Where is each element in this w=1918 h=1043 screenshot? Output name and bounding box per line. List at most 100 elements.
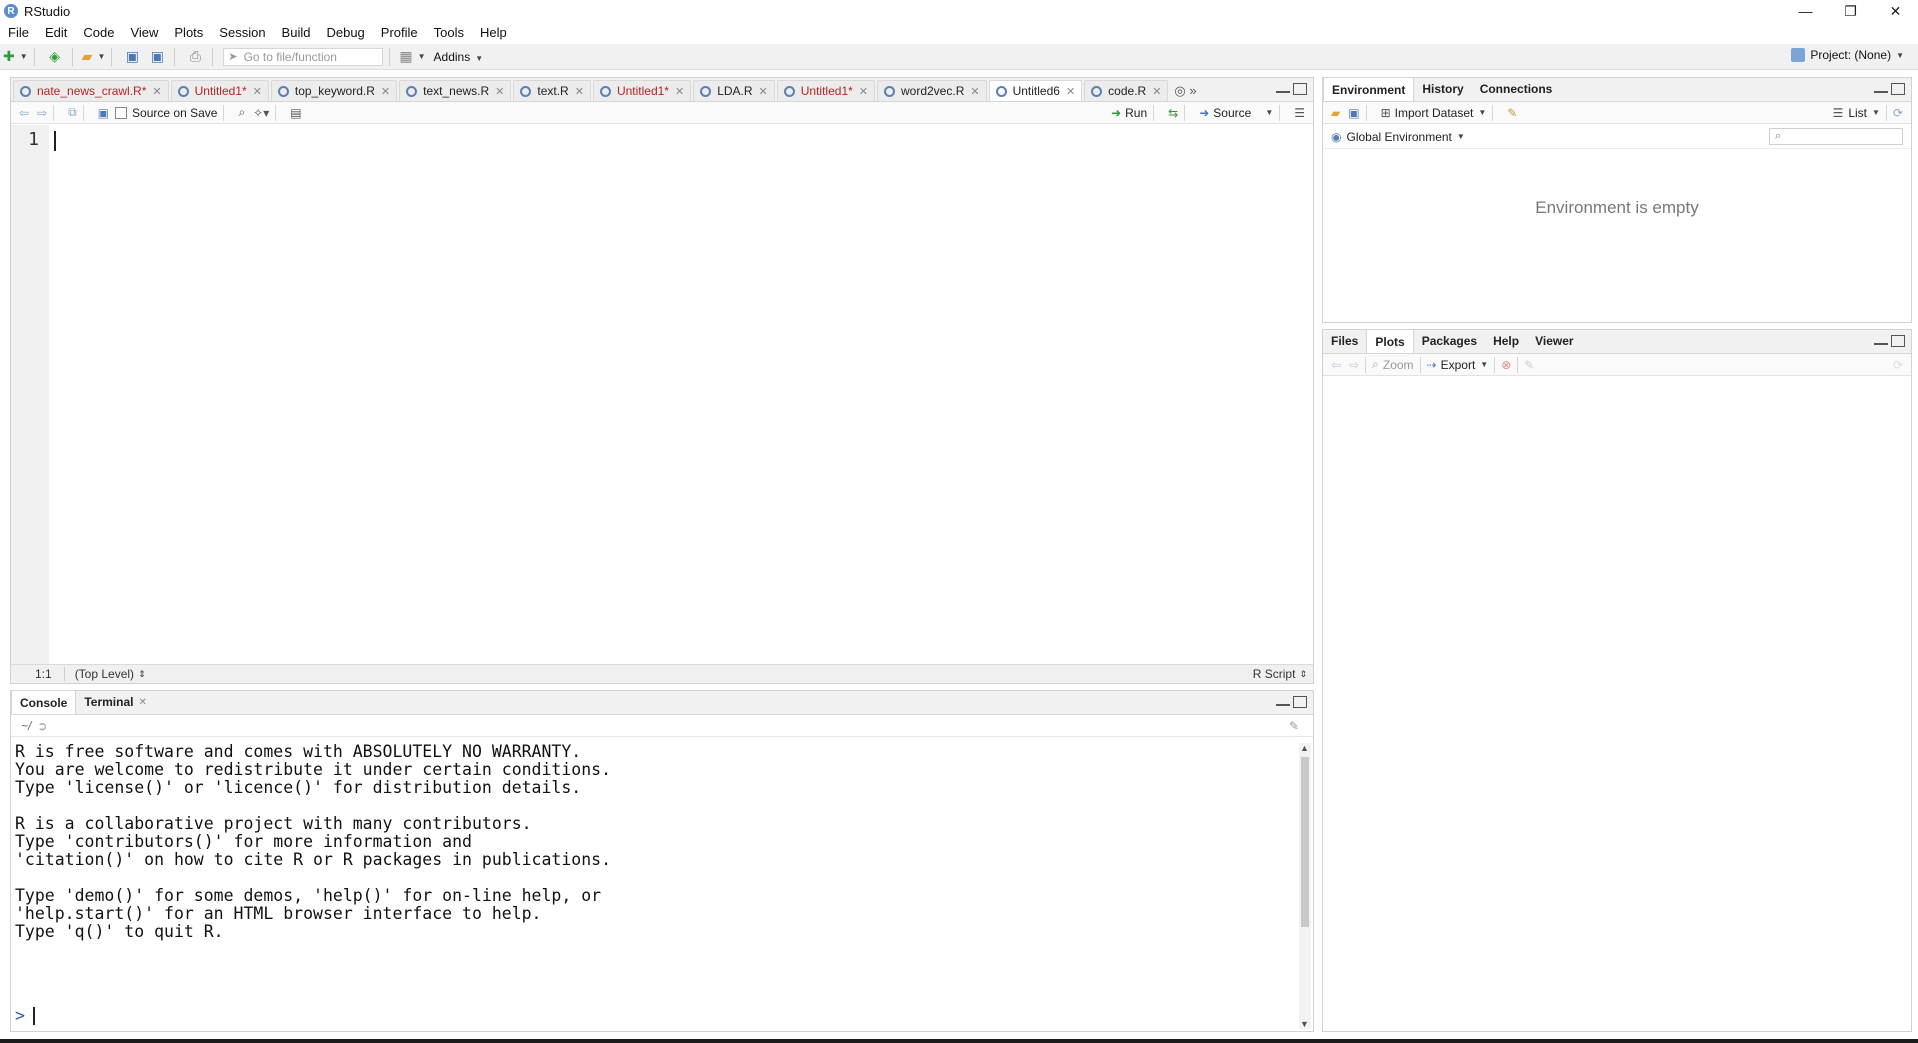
close-tab-icon[interactable]: ✕: [1152, 85, 1161, 98]
close-tab-icon[interactable]: ✕: [138, 697, 146, 708]
file-type-selector[interactable]: R Script: [1253, 667, 1296, 681]
minimize-pane-icon[interactable]: [1276, 696, 1290, 706]
close-tab-icon[interactable]: ✕: [495, 85, 504, 98]
close-tab-icon[interactable]: ✕: [575, 85, 584, 98]
close-tab-icon[interactable]: ✕: [970, 85, 979, 98]
menu-debug[interactable]: Debug: [318, 22, 372, 44]
close-tab-icon[interactable]: ✕: [381, 85, 390, 98]
remove-plot-icon[interactable]: ⊗: [1501, 358, 1511, 372]
source-button[interactable]: Source: [1213, 106, 1251, 120]
minimize-button[interactable]: —: [1783, 0, 1828, 22]
close-tab-icon[interactable]: ✕: [859, 85, 868, 98]
chevron-down-icon[interactable]: ▼: [1457, 132, 1465, 141]
editor-tab[interactable]: top_keyword.R ✕: [270, 80, 398, 101]
tab-connections[interactable]: Connections: [1472, 77, 1561, 101]
print-icon[interactable]: ⎙: [184, 46, 206, 68]
export-button[interactable]: Export: [1441, 358, 1476, 372]
document-outline-icon[interactable]: ▤: [290, 106, 301, 120]
maximize-pane-icon[interactable]: [1891, 83, 1905, 95]
save-workspace-icon[interactable]: ▣: [1348, 106, 1359, 120]
new-project-icon[interactable]: ◈: [44, 46, 66, 68]
menu-code[interactable]: Code: [75, 22, 122, 44]
tab-files[interactable]: Files: [1323, 329, 1366, 353]
close-tab-icon[interactable]: ✕: [152, 85, 161, 98]
clear-console-icon[interactable]: ✎: [1289, 719, 1299, 733]
show-in-window-icon[interactable]: ⧉: [68, 105, 77, 120]
outline-list-icon[interactable]: ☰: [1294, 106, 1305, 120]
console-prompt[interactable]: >: [15, 1006, 35, 1025]
next-plot-icon[interactable]: ⇨: [1349, 358, 1359, 372]
menu-profile[interactable]: Profile: [373, 22, 426, 44]
more-tabs-icon[interactable]: ◎ »: [1174, 80, 1196, 101]
menu-session[interactable]: Session: [211, 22, 273, 44]
save-all-icon[interactable]: ▣: [146, 46, 168, 68]
tab-history[interactable]: History: [1414, 77, 1471, 101]
menu-view[interactable]: View: [122, 22, 166, 44]
menu-plots[interactable]: Plots: [166, 22, 211, 44]
editor-tab[interactable]: text_news.R ✕: [399, 80, 512, 101]
go-to-file-input[interactable]: ➤ Go to file/function: [223, 47, 384, 66]
maximize-pane-icon[interactable]: [1891, 335, 1905, 347]
project-menu[interactable]: Project: (None) ▼: [1791, 48, 1904, 62]
chevron-down-icon[interactable]: ▼: [1265, 108, 1273, 117]
tab-packages[interactable]: Packages: [1414, 329, 1485, 353]
close-tab-icon[interactable]: ✕: [253, 85, 262, 98]
menu-help[interactable]: Help: [472, 22, 515, 44]
maximize-pane-icon[interactable]: [1293, 696, 1307, 708]
save-icon[interactable]: ▣: [121, 46, 143, 68]
environment-scope-selector[interactable]: Global Environment: [1346, 130, 1451, 144]
menu-edit[interactable]: Edit: [37, 22, 75, 44]
close-window-button[interactable]: ✕: [1873, 0, 1918, 22]
updown-icon[interactable]: ⇕: [138, 669, 146, 680]
environment-search-input[interactable]: ⌕: [1769, 128, 1903, 145]
zoom-button[interactable]: Zoom: [1383, 358, 1414, 372]
load-workspace-icon[interactable]: ▰: [1331, 106, 1340, 120]
clear-broom-icon[interactable]: ✎: [1507, 106, 1517, 120]
previous-plot-icon[interactable]: ⇦: [1331, 358, 1341, 372]
editor-tab[interactable]: Untitled1* ✕: [170, 80, 269, 101]
tab-plots[interactable]: Plots: [1366, 329, 1414, 353]
re-run-icon[interactable]: ⇆: [1168, 106, 1178, 120]
magic-wand-icon[interactable]: ✧▾: [253, 106, 269, 120]
editor-tab[interactable]: code.R ✕: [1084, 80, 1169, 101]
workspace-panes-icon[interactable]: ▦ ▼: [399, 46, 425, 68]
editor-tab-active[interactable]: Untitled6 ✕: [988, 80, 1083, 101]
scrollbar-thumb[interactable]: [1301, 757, 1309, 927]
chevron-down-icon[interactable]: ▼: [1480, 360, 1488, 369]
menu-file[interactable]: File: [0, 22, 37, 44]
refresh-icon[interactable]: ⟳: [1893, 106, 1903, 120]
minimize-pane-icon[interactable]: [1874, 83, 1888, 93]
console-scrollbar[interactable]: ▲ ▼: [1299, 743, 1311, 1029]
import-dataset-button[interactable]: Import Dataset: [1395, 106, 1474, 120]
new-file-icon[interactable]: ✚ ▼: [3, 46, 28, 68]
editor-tab[interactable]: Untitled1* ✕: [592, 80, 692, 101]
editor-tab[interactable]: word2vec.R ✕: [877, 80, 987, 101]
forward-arrow-icon[interactable]: ⇨: [37, 106, 47, 120]
close-tab-icon[interactable]: ✕: [675, 85, 684, 98]
maximize-pane-icon[interactable]: [1293, 83, 1307, 95]
run-button[interactable]: Run: [1125, 106, 1147, 120]
scroll-down-icon[interactable]: ▼: [1300, 1019, 1309, 1029]
chevron-down-icon[interactable]: ▼: [1478, 108, 1486, 117]
tab-console[interactable]: Console: [11, 690, 77, 714]
restore-button[interactable]: ❐: [1828, 0, 1873, 22]
tab-environment[interactable]: Environment: [1323, 77, 1415, 101]
close-tab-icon[interactable]: ✕: [1066, 85, 1075, 98]
menu-build[interactable]: Build: [274, 22, 319, 44]
minimize-pane-icon[interactable]: [1874, 335, 1888, 345]
minimize-pane-icon[interactable]: [1276, 83, 1290, 93]
tab-help[interactable]: Help: [1485, 329, 1527, 353]
source-on-save-checkbox[interactable]: [115, 106, 128, 119]
addins-menu[interactable]: Addins ▼: [434, 50, 484, 64]
editor-tab[interactable]: text.R ✕: [513, 80, 591, 101]
tab-terminal[interactable]: Terminal ✕: [76, 690, 155, 714]
back-arrow-icon[interactable]: ⇦: [19, 106, 29, 120]
editor-tab[interactable]: LDA.R ✕: [693, 80, 775, 101]
menu-tools[interactable]: Tools: [426, 22, 472, 44]
clear-plots-broom-icon[interactable]: ✎: [1524, 358, 1534, 372]
open-file-icon[interactable]: ▰ ▼: [82, 46, 106, 68]
editor-tab[interactable]: Untitled1* ✕: [776, 80, 875, 101]
scroll-up-icon[interactable]: ▲: [1300, 743, 1309, 753]
editor-tab[interactable]: nate_news_crawl.R* ✕: [13, 80, 169, 101]
search-icon[interactable]: ⌕: [238, 105, 245, 120]
